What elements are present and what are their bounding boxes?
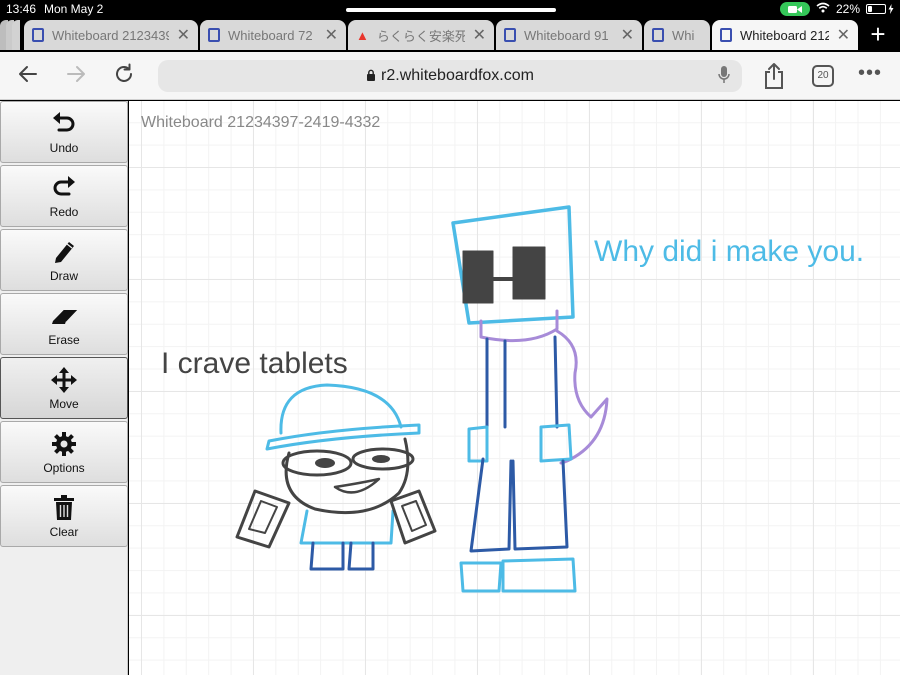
tall-character-drawing <box>451 205 609 593</box>
close-icon[interactable]: ✕ <box>473 25 486 45</box>
erase-button[interactable]: Erase <box>0 293 128 355</box>
whiteboard-drawing <box>235 205 609 593</box>
clear-button[interactable]: Clear <box>0 485 128 547</box>
draw-button[interactable]: Draw <box>0 229 128 291</box>
lock-icon <box>366 69 376 84</box>
camera-active-icon <box>779 2 810 16</box>
status-date: Mon May 2 <box>44 2 104 16</box>
battery-percent: 22% <box>835 2 860 16</box>
tab-overview-button[interactable]: 20 <box>812 65 834 87</box>
page-icon <box>208 28 220 42</box>
wifi-icon <box>816 2 830 16</box>
redo-icon <box>53 175 75 195</box>
move-button[interactable]: Move <box>0 357 128 419</box>
url-text: r2.whiteboardfox.com <box>381 67 534 84</box>
status-time: 13:46 <box>6 2 37 16</box>
address-bar[interactable]: r2.whiteboardfox.com <box>158 60 742 92</box>
arrow-left-icon <box>19 66 37 82</box>
browser-toolbar: r2.whiteboardfox.com 20 ••• <box>0 52 900 100</box>
tab-rakuraku[interactable]: ▲ らくらく安楽死 ✕ <box>348 20 494 50</box>
drawing-text-crave: I crave tablets <box>161 347 348 380</box>
drawing-text-why: Why did i make you. <box>594 235 865 268</box>
move-icon <box>51 366 77 393</box>
tab-whiteboard-2[interactable]: Whiteboard 72 ✕ <box>200 20 346 50</box>
reload-icon <box>116 63 132 82</box>
more-icon[interactable]: ••• <box>858 62 882 85</box>
tab-whiteboard-4[interactable]: Whiteboard 91 ✕ <box>496 20 642 50</box>
reload-button[interactable] <box>110 62 138 90</box>
page-icon <box>32 28 44 42</box>
redo-button[interactable]: Redo <box>0 165 128 227</box>
arrow-right-icon <box>67 66 85 82</box>
fire-icon: ▲ <box>356 27 369 43</box>
tab-whiteboard-1[interactable]: Whiteboard 21234397-2419-4332 ✕ <box>24 20 198 50</box>
back-button[interactable] <box>14 62 42 90</box>
status-right: 22% <box>779 2 894 16</box>
options-button[interactable]: Options <box>0 421 128 483</box>
page-icon <box>720 28 732 42</box>
close-icon[interactable]: ✕ <box>837 25 850 45</box>
undo-button[interactable]: Undo <box>0 101 128 163</box>
trash-icon <box>54 494 74 520</box>
pencil-icon <box>55 241 74 263</box>
close-icon[interactable]: ✕ <box>325 25 338 45</box>
close-icon[interactable]: ✕ <box>621 25 634 45</box>
new-tab-button[interactable]: + <box>864 20 892 50</box>
gear-icon <box>52 431 76 456</box>
forward-button[interactable] <box>62 62 90 90</box>
whiteboard-canvas[interactable]: Whiteboard 21234397-2419-4332 I crave ta… <box>129 101 900 675</box>
tool-sidebar: Undo Redo Draw Erase Move Options Clear <box>0 101 128 675</box>
tablet-character-drawing <box>235 383 437 571</box>
tab-whiteboard-5[interactable]: Whi <box>644 20 710 50</box>
undo-icon <box>53 111 75 131</box>
page-icon <box>652 28 664 42</box>
status-bar: 13:46 Mon May 2 22% <box>0 0 900 18</box>
multitask-grabber[interactable] <box>346 8 556 12</box>
share-icon <box>765 63 783 89</box>
tab-stack-indicator <box>0 20 22 50</box>
tab-bar: Whiteboard 21234397-2419-4332 ✕ Whiteboa… <box>0 18 900 52</box>
eraser-icon <box>52 309 78 324</box>
close-icon[interactable]: ✕ <box>177 25 190 45</box>
page-icon <box>504 28 516 42</box>
microphone-icon[interactable] <box>718 66 730 89</box>
tab-whiteboard-active[interactable]: Whiteboard 212 ✕ <box>712 20 858 50</box>
battery-icon <box>866 4 894 14</box>
share-button[interactable] <box>762 62 786 95</box>
